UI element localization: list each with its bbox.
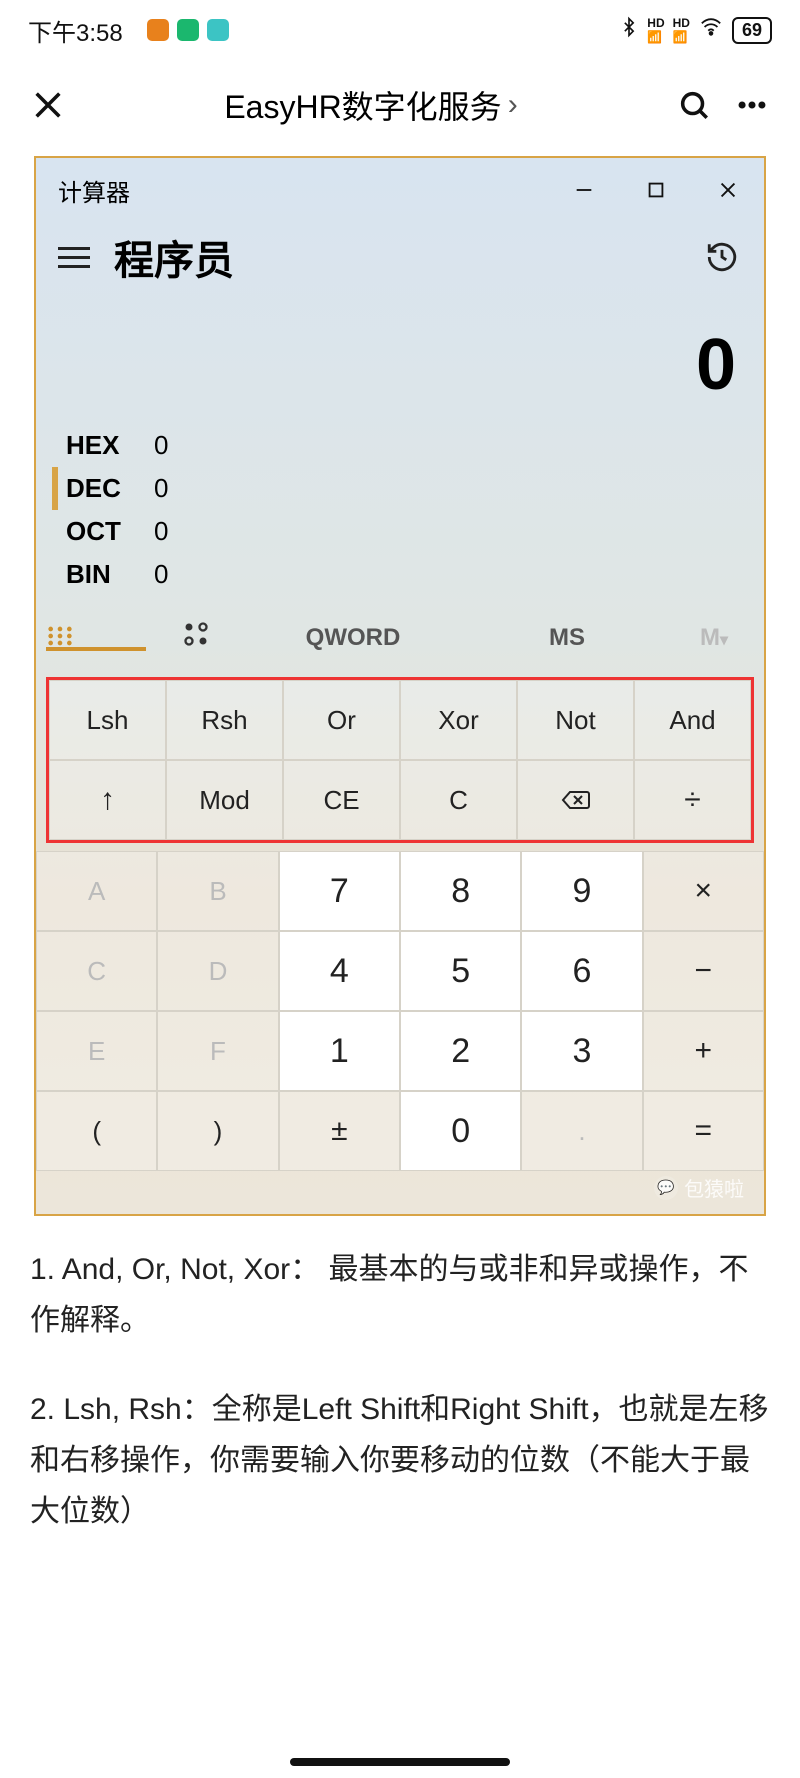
key-lsh[interactable]: Lsh [49, 680, 166, 760]
history-icon[interactable] [702, 237, 742, 277]
battery-indicator: 69 [732, 17, 772, 44]
base-row-bin[interactable]: BIN 0 [52, 553, 748, 596]
window-minimize-button[interactable] [548, 168, 620, 212]
key-3[interactable]: 3 [521, 1011, 642, 1091]
key-9[interactable]: 9 [521, 851, 642, 931]
window-title: 计算器 [58, 173, 130, 208]
window-maximize-button[interactable] [620, 168, 692, 212]
key-8[interactable]: 8 [400, 851, 521, 931]
close-icon[interactable] [28, 85, 68, 125]
more-icon[interactable] [732, 85, 772, 125]
bluetooth-icon [619, 15, 639, 46]
signal-hd-icon-1: HD📶 [647, 16, 664, 44]
tab-memory-dropdown[interactable]: M▾ [674, 610, 754, 666]
window-titlebar: 计算器 [36, 158, 764, 222]
key-5[interactable]: 5 [400, 931, 521, 1011]
key-rsh[interactable]: Rsh [166, 680, 283, 760]
app-icon-3 [207, 19, 229, 41]
key-backspace[interactable] [517, 760, 634, 840]
key-c-hex[interactable]: C [36, 931, 157, 1011]
home-indicator[interactable] [290, 1758, 510, 1766]
page-title[interactable]: EasyHR数字化服务 › [86, 82, 656, 128]
key-minus[interactable]: − [643, 931, 764, 1011]
key-ce[interactable]: CE [283, 760, 400, 840]
base-row-hex[interactable]: HEX 0 [52, 424, 748, 467]
key-4[interactable]: 4 [279, 931, 400, 1011]
key-6[interactable]: 6 [521, 931, 642, 1011]
signal-hd-icon-2: HD📶 [673, 16, 690, 44]
search-icon[interactable] [674, 85, 714, 125]
highlighted-operators: Lsh Rsh Or Xor Not And ↑ Mod CE C ÷ [46, 677, 754, 843]
key-mod[interactable]: Mod [166, 760, 283, 840]
status-time: 下午3:58 [28, 13, 123, 48]
tab-keypad[interactable] [46, 625, 146, 651]
base-value: 0 [154, 473, 168, 504]
key-dot[interactable]: . [521, 1091, 642, 1171]
tab-bit-toggle[interactable] [146, 608, 246, 667]
watermark-text: 包猿啦 [684, 1173, 744, 1202]
base-value: 0 [154, 559, 168, 590]
article-paragraph-2: 2. Lsh, Rsh：全称是Left Shift和Right Shift，也就… [30, 1384, 770, 1537]
base-label: OCT [66, 516, 126, 547]
base-label: BIN [66, 559, 126, 590]
watermark: 💬 包猿啦 [654, 1173, 744, 1202]
key-multiply[interactable]: × [643, 851, 764, 931]
key-e[interactable]: E [36, 1011, 157, 1091]
base-list: HEX 0 DEC 0 OCT 0 BIN 0 [36, 424, 764, 608]
page-title-text: EasyHR数字化服务 [224, 82, 501, 128]
key-equals[interactable]: = [643, 1091, 764, 1171]
key-close-paren[interactable]: ) [157, 1091, 278, 1171]
wechat-icon: 💬 [654, 1176, 678, 1200]
key-b[interactable]: B [157, 851, 278, 931]
key-xor[interactable]: Xor [400, 680, 517, 760]
base-label: HEX [66, 430, 126, 461]
key-a[interactable]: A [36, 851, 157, 931]
chevron-right-icon: › [508, 88, 518, 122]
window-close-button[interactable] [692, 168, 764, 212]
key-c[interactable]: C [400, 760, 517, 840]
key-divide[interactable]: ÷ [634, 760, 751, 840]
app-icon-2 [177, 19, 199, 41]
key-d[interactable]: D [157, 931, 278, 1011]
key-7[interactable]: 7 [279, 851, 400, 931]
key-or[interactable]: Or [283, 680, 400, 760]
key-plus-minus[interactable]: ± [279, 1091, 400, 1171]
app-bar: EasyHR数字化服务 › [0, 60, 800, 150]
wifi-icon [698, 16, 724, 45]
status-bar: 下午3:58 HD📶 HD📶 69 [0, 0, 800, 60]
tab-m-label: M [700, 624, 720, 651]
base-value: 0 [154, 430, 168, 461]
key-not[interactable]: Not [517, 680, 634, 760]
menu-icon[interactable] [58, 247, 90, 268]
key-1[interactable]: 1 [279, 1011, 400, 1091]
keypad: Lsh Rsh Or Xor Not And ↑ Mod CE C ÷ A B … [36, 667, 764, 1171]
key-plus[interactable]: + [643, 1011, 764, 1091]
chevron-down-icon: ▾ [720, 632, 728, 649]
key-up-arrow[interactable]: ↑ [49, 760, 166, 840]
calc-display: 0 [36, 294, 764, 424]
base-value: 0 [154, 516, 168, 547]
app-icon-1 [147, 19, 169, 41]
key-f[interactable]: F [157, 1011, 278, 1091]
calculator-window: 计算器 程序员 0 HEX 0 DEC 0 O [34, 156, 766, 1216]
base-row-oct[interactable]: OCT 0 [52, 510, 748, 553]
article-content: 1. And, Or, Not, Xor： 最基本的与或非和异或操作，不作解释。… [0, 1216, 800, 1603]
key-and[interactable]: And [634, 680, 751, 760]
key-0[interactable]: 0 [400, 1091, 521, 1171]
base-row-dec[interactable]: DEC 0 [52, 467, 748, 510]
base-label: DEC [66, 473, 126, 504]
calc-mode-label: 程序员 [114, 228, 234, 286]
tab-memory-store[interactable]: MS [460, 610, 674, 666]
key-open-paren[interactable]: ( [36, 1091, 157, 1171]
tab-word-size[interactable]: QWORD [246, 610, 460, 666]
mode-tabs: QWORD MS M▾ [36, 608, 764, 667]
article-paragraph-1: 1. And, Or, Not, Xor： 最基本的与或非和异或操作，不作解释。 [30, 1244, 770, 1346]
key-2[interactable]: 2 [400, 1011, 521, 1091]
